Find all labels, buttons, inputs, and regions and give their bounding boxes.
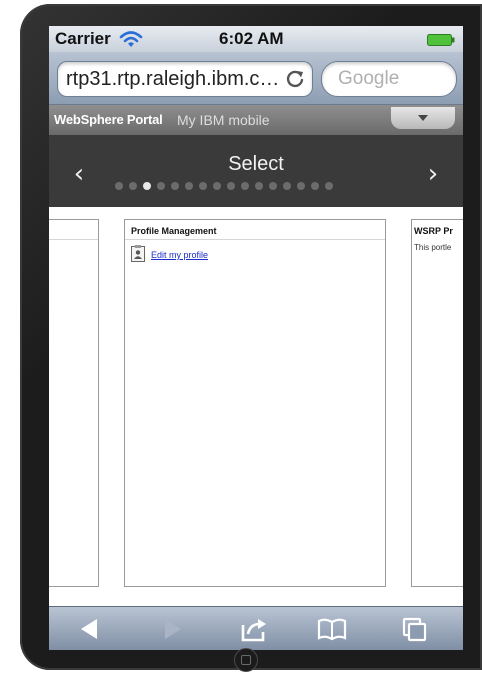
back-icon[interactable] bbox=[75, 615, 105, 643]
browser-toolbar bbox=[49, 606, 463, 650]
home-button[interactable] bbox=[234, 648, 258, 672]
edit-profile-link[interactable]: Edit my profile bbox=[151, 250, 208, 260]
page-dot[interactable] bbox=[255, 182, 263, 190]
portal-menu-button[interactable] bbox=[391, 107, 455, 129]
portlet-wsrp: WSRP Pr This portle bbox=[411, 219, 463, 587]
carousel-title: Select bbox=[228, 153, 284, 175]
page-dot[interactable] bbox=[325, 182, 333, 190]
profile-card-icon bbox=[131, 245, 145, 262]
next-page-button[interactable]: › bbox=[421, 159, 445, 189]
page-dot[interactable] bbox=[227, 182, 235, 190]
search-input[interactable] bbox=[336, 66, 450, 92]
portal-header: WebSphere Portal My IBM mobile bbox=[49, 105, 463, 135]
url-text[interactable]: rtp31.rtp.raleigh.ibm.c… bbox=[66, 68, 284, 91]
wifi-icon bbox=[119, 31, 143, 47]
page-dot[interactable] bbox=[283, 182, 291, 190]
portlet-title: Profile Management bbox=[131, 226, 217, 236]
page-dot[interactable] bbox=[213, 182, 221, 190]
search-field[interactable] bbox=[321, 61, 457, 97]
portlet-area: Profile Management Edit my profile WSRP … bbox=[49, 207, 463, 606]
page-dot[interactable] bbox=[171, 182, 179, 190]
page-dot[interactable] bbox=[199, 182, 207, 190]
page-dot[interactable] bbox=[185, 182, 193, 190]
page-indicator[interactable] bbox=[115, 182, 333, 192]
portlet-left bbox=[49, 219, 99, 587]
reload-icon[interactable] bbox=[284, 68, 306, 90]
forward-icon[interactable] bbox=[157, 615, 187, 643]
clock: 6:02 AM bbox=[219, 29, 284, 48]
portlet-title: WSRP Pr bbox=[414, 226, 453, 236]
portlet-divider bbox=[49, 239, 98, 240]
chevron-down-icon bbox=[418, 115, 428, 121]
page-dot[interactable] bbox=[143, 182, 151, 190]
carousel-nav: ‹ Select › bbox=[49, 135, 463, 207]
portlet-profile-management: Profile Management Edit my profile bbox=[124, 219, 386, 587]
page-dot[interactable] bbox=[311, 182, 319, 190]
status-bar: Carrier 6:02 AM bbox=[49, 26, 463, 52]
page-dot[interactable] bbox=[157, 182, 165, 190]
portal-brand: WebSphere Portal bbox=[54, 112, 163, 127]
page-dot[interactable] bbox=[269, 182, 277, 190]
page-dot[interactable] bbox=[241, 182, 249, 190]
carrier-label: Carrier bbox=[55, 29, 111, 48]
page-dot[interactable] bbox=[115, 182, 123, 190]
tabs-icon[interactable] bbox=[401, 615, 431, 643]
browser-address-bar: rtp31.rtp.raleigh.ibm.c… bbox=[49, 52, 463, 105]
page-dot[interactable] bbox=[297, 182, 305, 190]
battery-icon bbox=[427, 34, 455, 46]
bookmarks-icon[interactable] bbox=[317, 615, 347, 643]
share-icon[interactable] bbox=[239, 615, 269, 643]
phone-screen: Carrier 6:02 AM rtp31.rtp.raleigh.ibm.c…… bbox=[49, 26, 463, 650]
portlet-description: This portle bbox=[414, 243, 452, 252]
portal-page-title: My IBM mobile bbox=[177, 112, 270, 128]
page-dot[interactable] bbox=[129, 182, 137, 190]
url-field[interactable]: rtp31.rtp.raleigh.ibm.c… bbox=[57, 61, 313, 97]
portlet-divider bbox=[125, 239, 385, 240]
